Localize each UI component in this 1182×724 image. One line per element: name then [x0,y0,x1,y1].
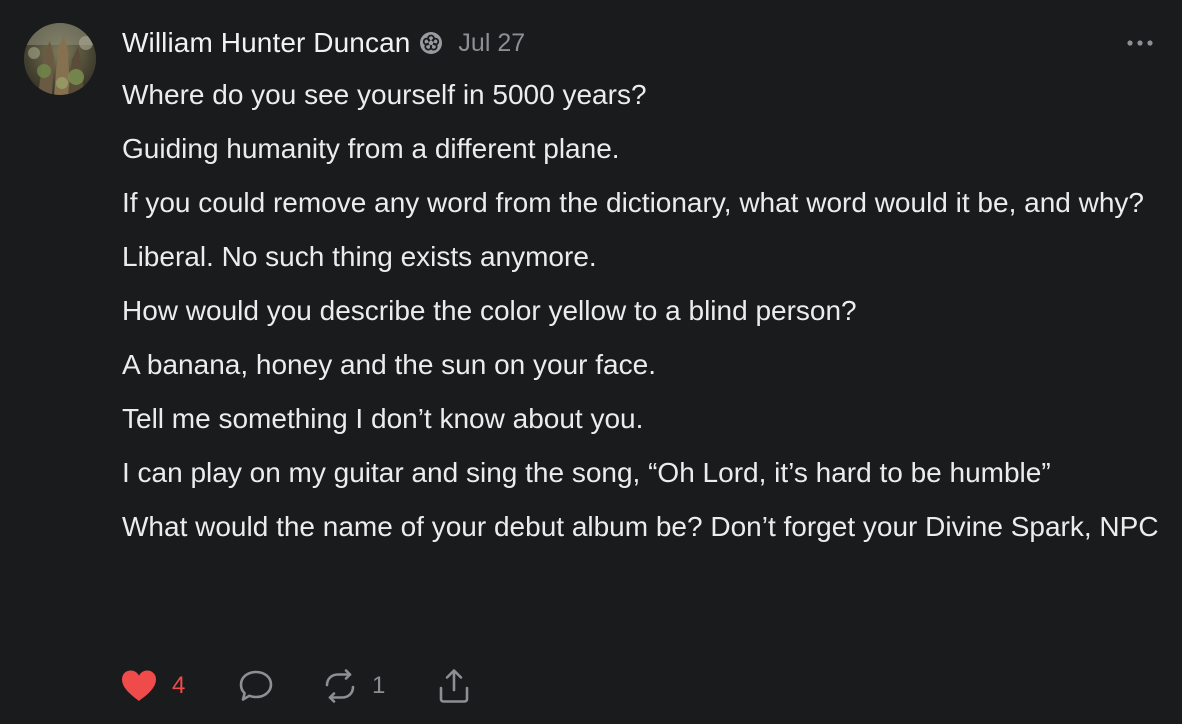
restack-icon [325,669,355,703]
share-icon [439,669,469,703]
more-dots-icon [1127,40,1153,46]
heart-icon [122,670,156,701]
post-paragraph: A banana, honey and the sun on your face… [122,349,656,380]
avatar[interactable] [24,23,96,95]
comment-button[interactable] [238,669,322,703]
post-paragraph: I can play on my guitar and sing the son… [122,457,1051,488]
post-paragraph: How would you describe the color yellow … [122,295,857,326]
comment-icon [239,670,273,701]
post-paragraph: Where do you see yourself in 5000 years? [122,79,647,110]
author-name[interactable]: William Hunter Duncan [122,27,410,59]
post-paragraph: What would the name of your debut album … [122,511,1159,542]
post-date[interactable]: Jul 27 [458,29,525,58]
post-header: William Hunter Duncan Jul 27 [122,26,525,60]
post-paragraph: Liberal. No such thing exists anymore. [122,241,597,272]
restack-count: 1 [372,672,386,699]
post-body: Where do you see yourself in 5000 years?… [122,74,1162,560]
founding-member-badge-icon[interactable] [419,31,443,55]
note-post: William Hunter Duncan Jul 27 Where do yo… [0,0,1182,724]
like-button[interactable]: 4 [120,669,238,703]
post-paragraph: If you could remove any word from the di… [122,187,1144,218]
post-actions: 4 1 [120,664,472,708]
restack-button[interactable]: 1 [322,669,436,703]
more-options-button[interactable] [1124,32,1156,54]
like-count: 4 [172,672,186,699]
share-button[interactable] [436,668,472,704]
post-paragraph: Tell me something I don’t know about you… [122,403,644,434]
post-paragraph: Guiding humanity from a different plane. [122,133,620,164]
